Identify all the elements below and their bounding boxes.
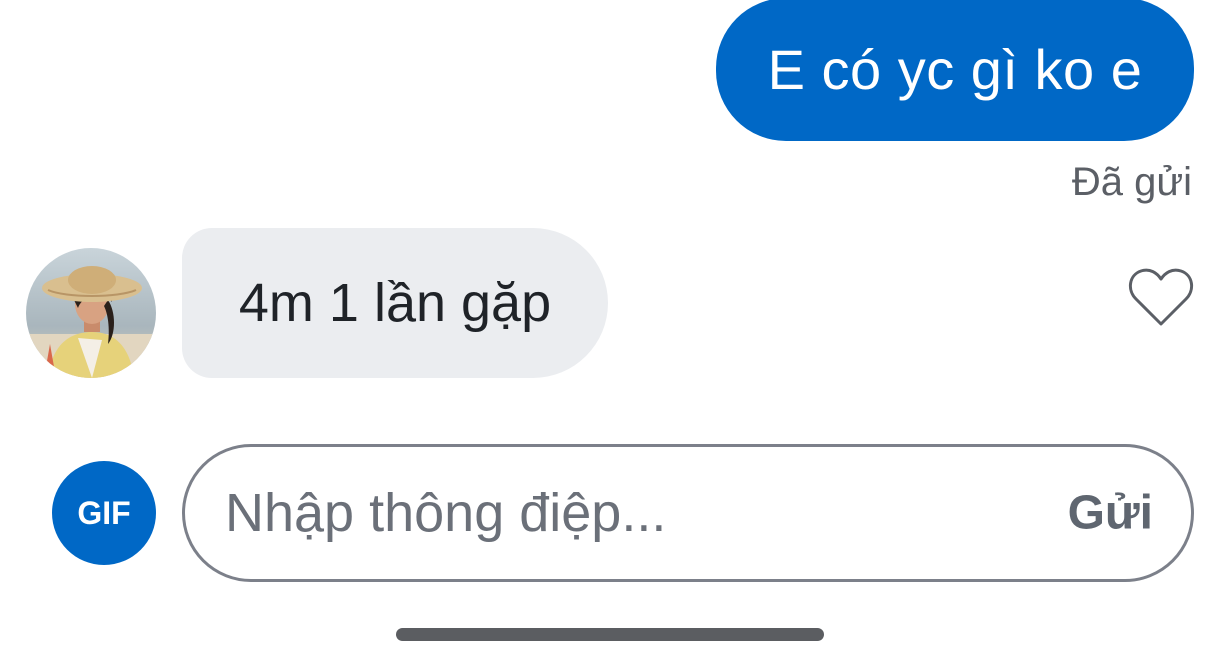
message-composer: Gửi <box>182 444 1194 582</box>
outgoing-message-text: E có yc gì ko e <box>767 38 1143 101</box>
heart-outline-icon[interactable] <box>1128 266 1194 328</box>
avatar[interactable] <box>26 248 156 378</box>
home-indicator <box>396 628 824 641</box>
gif-button-label: GIF <box>77 494 131 531</box>
incoming-message-bubble[interactable]: 4m 1 lần gặp <box>182 228 608 378</box>
gif-button[interactable]: GIF <box>52 461 156 565</box>
outgoing-message-bubble[interactable]: E có yc gì ko e <box>716 0 1194 141</box>
send-button[interactable]: Gửi <box>1068 486 1153 541</box>
user-avatar-photo-icon <box>26 248 156 378</box>
message-status-sent: Đã gửi <box>1071 160 1192 204</box>
incoming-message-text: 4m 1 lần gặp <box>238 273 552 333</box>
chat-screen: E có yc gì ko e Đã gửi 4m 1 lần gặp GIF … <box>0 0 1220 661</box>
message-input[interactable] <box>223 472 1007 554</box>
